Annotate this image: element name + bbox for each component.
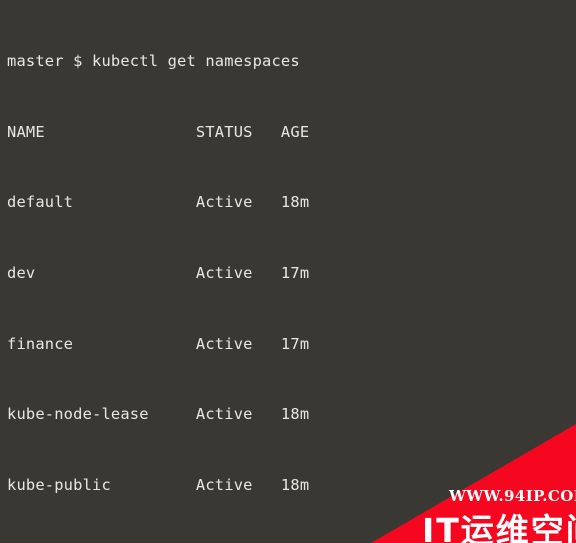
terminal-line-command-get: master $ kubectl get namespaces [7, 52, 300, 71]
table-row: finance Active 17m [7, 334, 310, 353]
watermark-url-text: WWW.94IP.COM [449, 487, 576, 505]
terminal-screenshot: master $ kubectl get namespaces NAME STA… [0, 0, 576, 543]
watermark-site-name: IT运维空间 [422, 511, 576, 543]
table-row: kube-node-lease Active 18m [7, 405, 310, 424]
table-row: default Active 18m [7, 193, 310, 212]
table-header-row: NAME STATUS AGE [7, 122, 310, 141]
table-row: dev Active 17m [7, 264, 310, 283]
terminal-output-area[interactable]: master $ kubectl get namespaces NAME STA… [0, 0, 576, 543]
